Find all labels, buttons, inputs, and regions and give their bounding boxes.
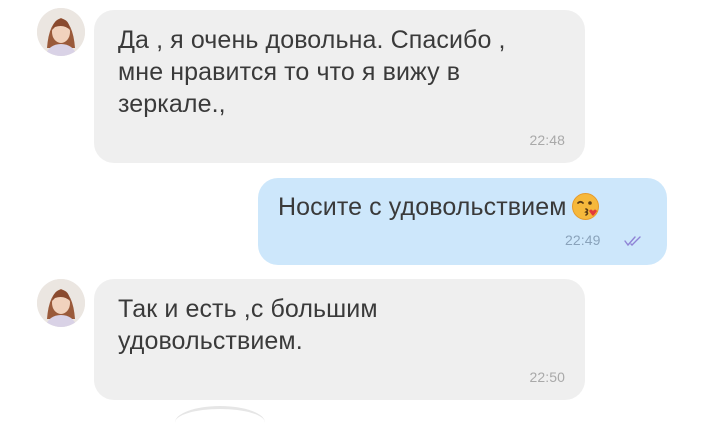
sender-avatar[interactable] — [37, 8, 85, 56]
message-text: Да , я очень довольна. Спасибо , мне нра… — [118, 24, 506, 120]
message-line: Носите с удовольствием — [278, 193, 567, 221]
read-receipt-double-check-icon — [624, 236, 641, 247]
message-line: зеркале., — [118, 90, 226, 118]
avatar-photo-icon — [37, 8, 85, 56]
kissing-face-emoji-icon — [571, 192, 600, 221]
message-text: Так и есть ,с большим удовольствием. — [118, 293, 378, 357]
message-bubble-outgoing[interactable]: Носите с удовольствием 22:49 — [258, 178, 667, 265]
message-line: мне нравится то что я вижу в — [118, 58, 461, 86]
message-line: Так и есть ,с большим — [118, 295, 378, 323]
message-time: 22:49 — [565, 232, 601, 248]
message-text: Носите с удовольствием — [278, 191, 600, 223]
message-bubble-incoming[interactable]: Да , я очень довольна. Спасибо , мне нра… — [94, 10, 585, 163]
message-bubble-incoming[interactable]: Так и есть ,с большим удовольствием. 22:… — [94, 279, 585, 400]
message-line: Да , я очень довольна. Спасибо , — [118, 26, 506, 54]
sender-avatar[interactable] — [37, 279, 85, 327]
avatar-photo-icon — [37, 279, 85, 327]
partial-next-element — [175, 406, 265, 439]
message-time: 22:48 — [529, 132, 565, 148]
message-time: 22:50 — [529, 369, 565, 385]
message-line: удовольствием. — [118, 327, 303, 355]
